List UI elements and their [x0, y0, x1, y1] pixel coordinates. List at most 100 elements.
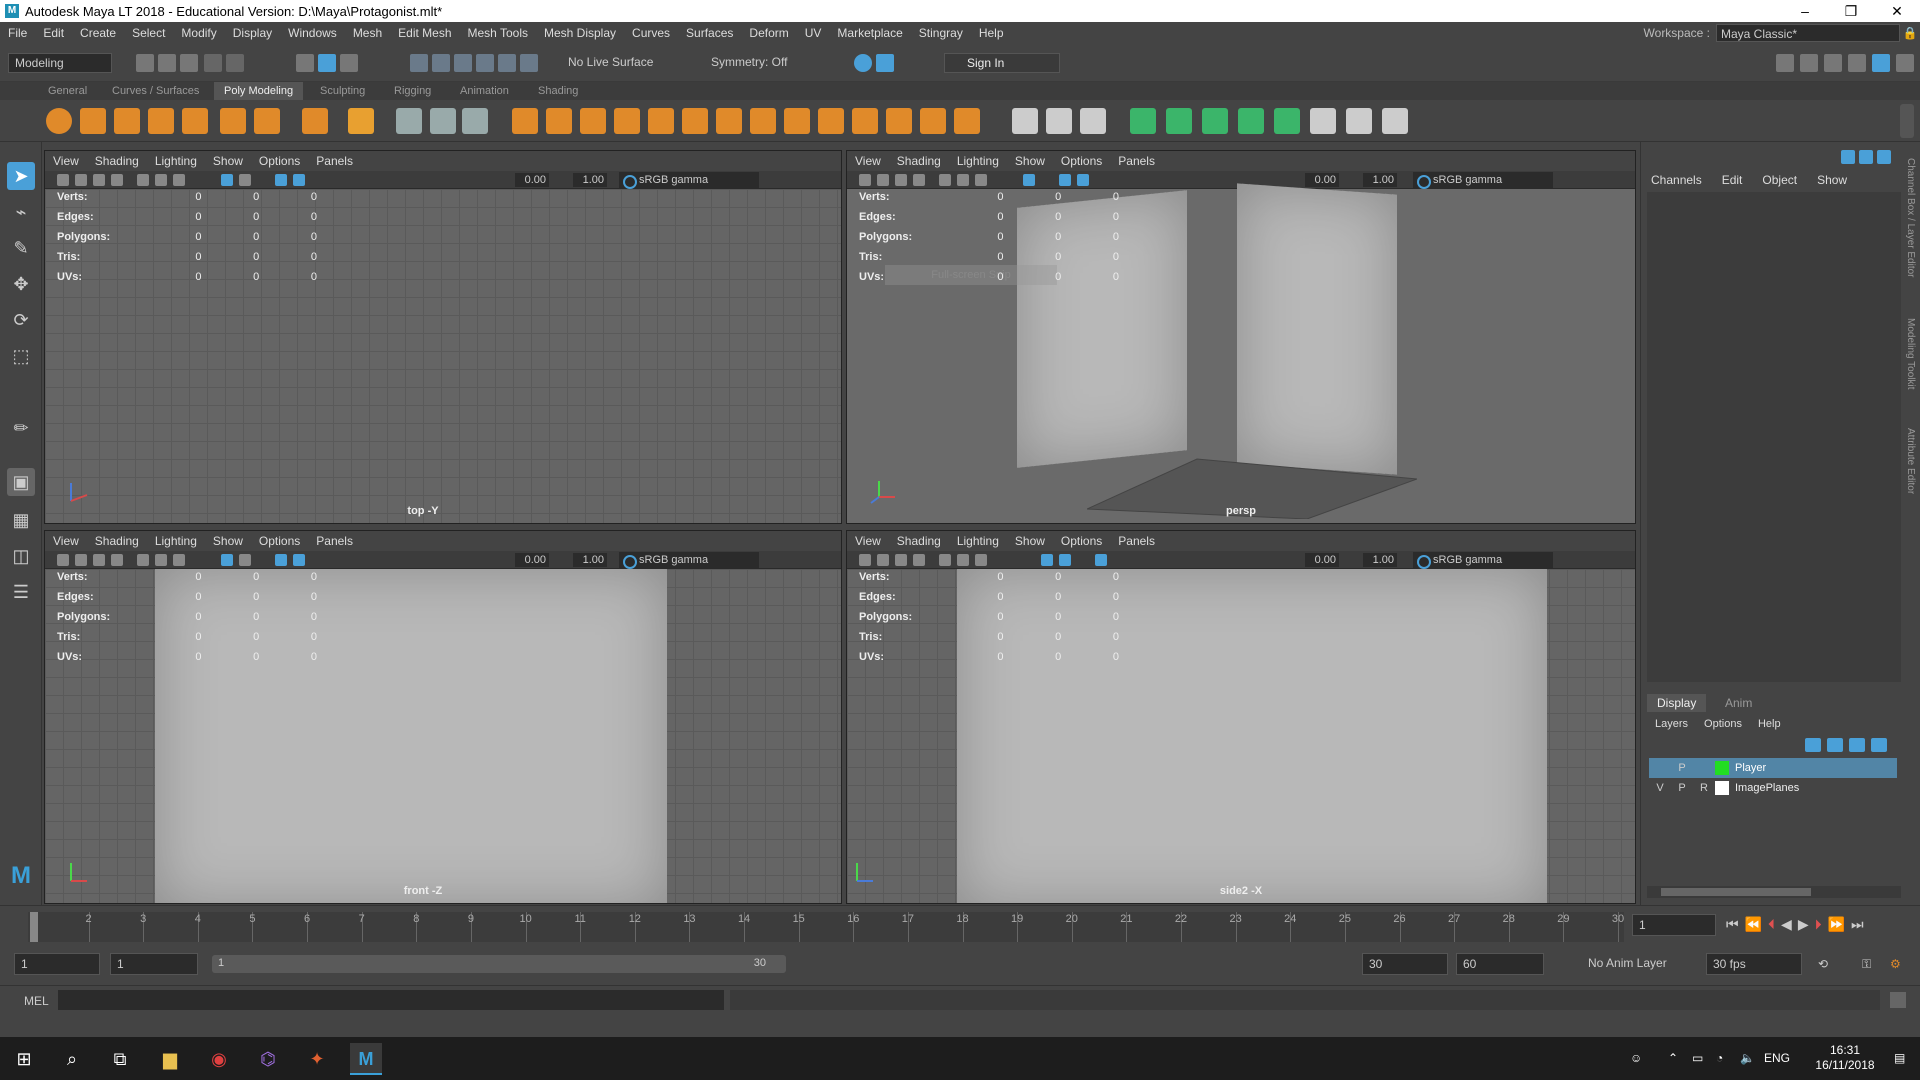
vp-menu-panels[interactable]: Panels: [308, 154, 361, 168]
vp-menu-panels[interactable]: Panels: [308, 534, 361, 548]
tray-chevron-icon[interactable]: ⌃: [1668, 1037, 1678, 1080]
vp-menu-show[interactable]: Show: [1007, 534, 1053, 548]
wireframe-icon[interactable]: [1041, 554, 1053, 566]
fill-hole-icon[interactable]: [784, 108, 810, 134]
play-backwards-icon[interactable]: ◀: [1781, 916, 1792, 933]
snap-view-icon[interactable]: [476, 54, 494, 72]
poly-cube-icon[interactable]: [80, 108, 106, 134]
viewport-side[interactable]: View Shading Lighting Show Options Panel…: [846, 530, 1636, 904]
menu-surfaces[interactable]: Surfaces: [678, 26, 741, 40]
poly-plane-icon[interactable]: [220, 108, 246, 134]
camera-attr-icon[interactable]: [877, 554, 889, 566]
circularize-icon[interactable]: [954, 108, 980, 134]
wireframe-icon[interactable]: [221, 174, 233, 186]
menu-select[interactable]: Select: [124, 26, 173, 40]
menu-create[interactable]: Create: [72, 26, 124, 40]
visual-studio-icon[interactable]: ⌬: [252, 1043, 284, 1075]
camera-attr-icon[interactable]: [75, 554, 87, 566]
vp-menu-panels[interactable]: Panels: [1110, 534, 1163, 548]
bookmark-icon[interactable]: [93, 174, 105, 186]
menu-file[interactable]: File: [0, 26, 35, 40]
close-button[interactable]: ✕: [1874, 0, 1920, 22]
resolution-gate-icon[interactable]: [173, 174, 185, 186]
menu-cb-edit[interactable]: Edit: [1712, 173, 1753, 187]
current-frame-field[interactable]: 1: [1632, 914, 1716, 936]
exposure-field[interactable]: 0.00: [515, 553, 549, 567]
layer-name[interactable]: Player: [1735, 762, 1766, 774]
append-icon[interactable]: [750, 108, 776, 134]
people-icon[interactable]: ☺: [1630, 1037, 1642, 1080]
fps-dropdown[interactable]: 30 fps: [1706, 953, 1802, 975]
tab-rigging[interactable]: Rigging: [384, 82, 441, 100]
menu-mesh-display[interactable]: Mesh Display: [536, 26, 624, 40]
extrude-icon[interactable]: [648, 108, 674, 134]
vp-menu-options[interactable]: Options: [1053, 534, 1110, 548]
vp-menu-shading[interactable]: Shading: [87, 534, 147, 548]
step-back-key-icon[interactable]: ⏪: [1745, 916, 1762, 933]
workspace-select[interactable]: Maya Classic*: [1716, 24, 1900, 42]
paint-select-icon[interactable]: ✎: [7, 234, 35, 262]
colorspace-dropdown[interactable]: sRGB gamma: [619, 172, 759, 189]
outliner-panel-icon[interactable]: ☰: [7, 578, 35, 606]
open-scene-icon[interactable]: [158, 54, 176, 72]
network-icon[interactable]: ◔: [1716, 1037, 1723, 1080]
snap-point-icon[interactable]: [454, 54, 472, 72]
uv-unfold-icon[interactable]: [1274, 108, 1300, 134]
film-gate-icon[interactable]: [155, 174, 167, 186]
menu-object[interactable]: Object: [1752, 173, 1807, 187]
film-gate-icon[interactable]: [957, 554, 969, 566]
poly-cone-icon[interactable]: [148, 108, 174, 134]
last-tool-icon[interactable]: ✏: [7, 414, 35, 442]
gamma-field[interactable]: 1.00: [573, 173, 607, 187]
clock[interactable]: 16:31 16/11/2018: [1810, 1037, 1880, 1080]
camera-icon[interactable]: [57, 174, 69, 186]
merge-icon[interactable]: [818, 108, 844, 134]
menu-layer-options[interactable]: Options: [1696, 718, 1750, 730]
menu-windows[interactable]: Windows: [280, 26, 345, 40]
poly-disc-icon[interactable]: [254, 108, 280, 134]
script-editor-icon[interactable]: [1890, 992, 1906, 1008]
select-object-icon[interactable]: [318, 54, 336, 72]
film-gate-icon[interactable]: [957, 174, 969, 186]
tab-general[interactable]: General: [38, 82, 97, 100]
snap-curve-icon[interactable]: [432, 54, 450, 72]
smooth-icon[interactable]: [580, 108, 606, 134]
vp-menu-lighting[interactable]: Lighting: [147, 154, 205, 168]
shelf-editor-icon[interactable]: [1896, 54, 1914, 72]
new-layer-selected-icon[interactable]: [1871, 738, 1887, 752]
isolate-icon[interactable]: [293, 174, 305, 186]
start-time-field[interactable]: 1: [14, 953, 100, 975]
wireframe-icon[interactable]: [1023, 174, 1035, 186]
end-time-field[interactable]: 60: [1456, 953, 1544, 975]
step-back-frame-icon[interactable]: ⏴: [1768, 916, 1775, 933]
gamma-field[interactable]: 1.00: [573, 553, 607, 567]
menu-stingray[interactable]: Stingray: [911, 26, 971, 40]
search-icon[interactable]: ⌕: [56, 1043, 88, 1075]
image-plane-icon[interactable]: [111, 554, 123, 566]
uv-editor-icon[interactable]: [1310, 108, 1336, 134]
tab-sculpting[interactable]: Sculpting: [310, 82, 375, 100]
range-bar[interactable]: 1 30: [212, 955, 786, 973]
image-plane-icon[interactable]: [913, 554, 925, 566]
camera-icon[interactable]: [57, 554, 69, 566]
layer-color-swatch[interactable]: [1715, 761, 1729, 775]
vp-menu-shading[interactable]: Shading: [889, 154, 949, 168]
mirror-icon[interactable]: [396, 108, 422, 134]
poly-sphere-icon[interactable]: [46, 108, 72, 134]
wedge-icon[interactable]: [886, 108, 912, 134]
bevel-icon[interactable]: [716, 108, 742, 134]
menu-marketplace[interactable]: Marketplace: [829, 26, 910, 40]
camera-icon[interactable]: [859, 174, 871, 186]
side-tab-attribute-editor[interactable]: Attribute Editor: [1905, 428, 1916, 494]
layer-color-swatch[interactable]: [1715, 781, 1729, 795]
language-indicator[interactable]: ENG: [1764, 1037, 1790, 1080]
vp-menu-view[interactable]: View: [847, 154, 889, 168]
grid-icon[interactable]: [939, 554, 951, 566]
grid-icon[interactable]: [137, 174, 149, 186]
bookmark-icon[interactable]: [895, 174, 907, 186]
uv-cylindrical-icon[interactable]: [1166, 108, 1192, 134]
current-time-marker[interactable]: [30, 912, 38, 942]
lock-icon[interactable]: 🔒: [1900, 26, 1920, 40]
tab-curves-surfaces[interactable]: Curves / Surfaces: [102, 82, 209, 100]
resolution-gate-icon[interactable]: [975, 174, 987, 186]
